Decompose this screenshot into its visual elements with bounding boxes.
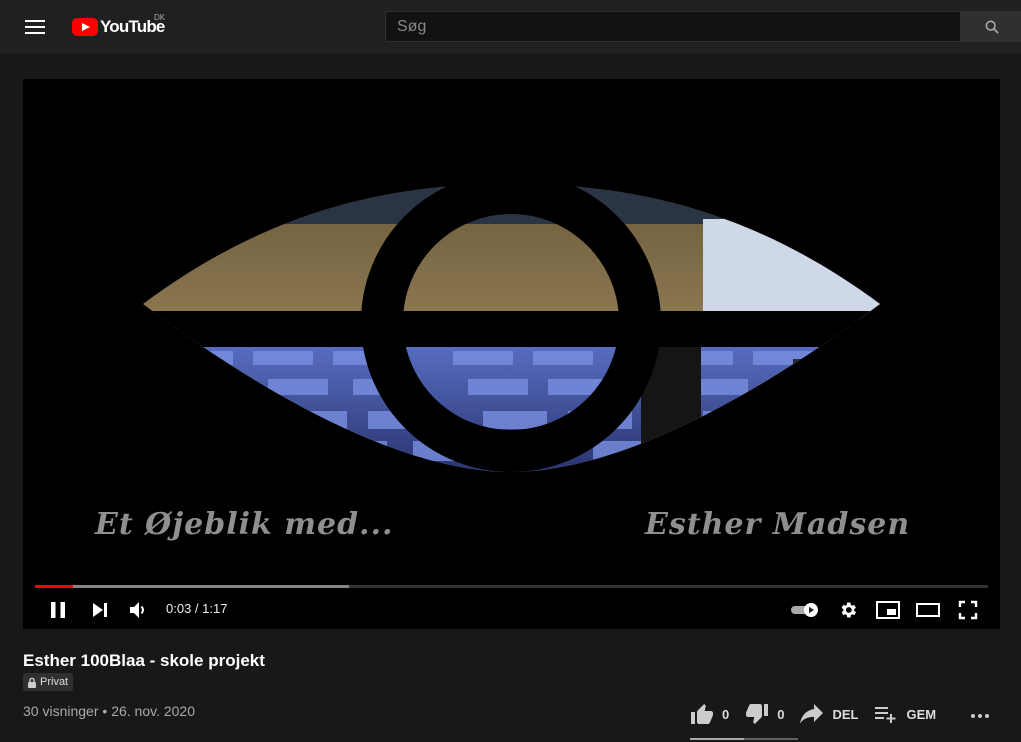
guide-menu-button[interactable] xyxy=(20,13,50,41)
masthead: YouTube DK xyxy=(0,0,1021,54)
settings-button[interactable] xyxy=(833,595,863,625)
lock-icon xyxy=(28,677,36,688)
youtube-play-icon xyxy=(72,18,98,36)
skip-next-icon xyxy=(93,603,107,617)
time-display: 0:03 / 1:17 xyxy=(166,601,228,616)
fullscreen-icon xyxy=(958,600,978,620)
more-horiz-icon xyxy=(971,714,989,718)
dislike-button[interactable]: 0 xyxy=(745,703,784,725)
theater-icon xyxy=(916,603,940,617)
search-icon xyxy=(985,20,999,34)
country-code: DK xyxy=(154,13,166,22)
volume-icon xyxy=(130,602,144,618)
mute-button[interactable] xyxy=(123,595,153,625)
privacy-label: Privat xyxy=(40,676,69,688)
video-meta: 30 visninger • 26. nov. 2020 xyxy=(23,703,195,719)
thumbs-down-icon xyxy=(746,704,769,724)
youtube-logo[interactable]: YouTube DK xyxy=(72,13,166,38)
search-button[interactable] xyxy=(960,11,1021,42)
hamburger-icon xyxy=(25,20,45,22)
playlist-add-icon xyxy=(875,707,896,723)
current-time: 0:03 xyxy=(166,601,192,616)
pause-button[interactable] xyxy=(43,595,73,625)
share-button[interactable]: DEL xyxy=(800,704,858,724)
gear-icon xyxy=(841,602,856,618)
pause-icon xyxy=(51,602,65,618)
like-count: 0 xyxy=(722,706,730,722)
video-actions: 0 0 DEL GEM xyxy=(690,700,952,728)
search-input[interactable] xyxy=(385,11,961,42)
dislike-count: 0 xyxy=(777,706,785,722)
thumbs-up-icon xyxy=(691,704,713,724)
next-button[interactable] xyxy=(85,595,115,625)
autoplay-toggle[interactable] xyxy=(788,595,822,625)
overlay-text-left: Et Øjeblik med... xyxy=(95,507,394,542)
share-label: DEL xyxy=(832,706,859,722)
autoplay-icon xyxy=(791,603,818,617)
view-count: 30 visninger xyxy=(23,703,99,719)
privacy-badge: Privat xyxy=(23,673,74,691)
miniplayer-icon xyxy=(876,601,900,619)
like-button[interactable]: 0 xyxy=(690,703,729,725)
save-label: GEM xyxy=(906,706,937,722)
like-dislike-bar xyxy=(690,738,798,740)
share-icon xyxy=(800,704,824,724)
miniplayer-button[interactable] xyxy=(873,595,903,625)
like-ratio xyxy=(690,738,744,740)
theater-mode-button[interactable] xyxy=(913,595,943,625)
video-player[interactable]: Et Øjeblik med... Esther Madsen 0:03 / 1… xyxy=(23,79,1000,629)
fullscreen-button[interactable] xyxy=(953,595,983,625)
video-title: Esther 100Blaa - skole projekt xyxy=(23,651,265,670)
progress-buffered xyxy=(35,585,350,588)
upload-date: 26. nov. 2020 xyxy=(111,703,195,719)
save-button[interactable]: GEM xyxy=(874,704,936,724)
overlay-text-right: Esther Madsen xyxy=(645,507,911,542)
progress-played xyxy=(35,585,74,588)
duration: 1:17 xyxy=(202,601,228,616)
more-actions-button[interactable] xyxy=(965,700,995,730)
progress-bar[interactable] xyxy=(35,585,988,588)
